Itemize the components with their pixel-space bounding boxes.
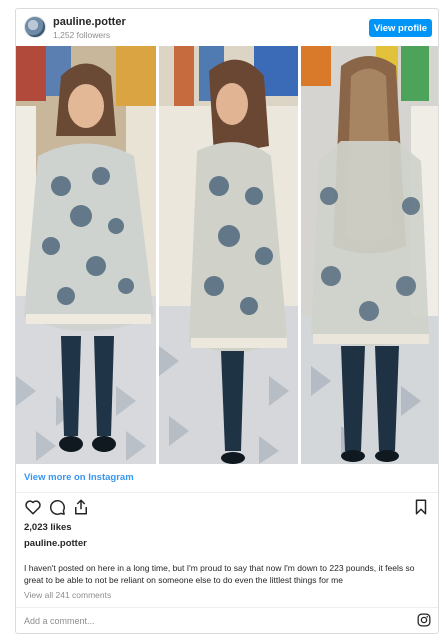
heart-icon[interactable]: [24, 498, 42, 516]
bookmark-icon[interactable]: [412, 498, 430, 516]
view-more-link[interactable]: View more on Instagram: [24, 472, 134, 483]
caption-username[interactable]: pauline.potter: [24, 538, 87, 549]
post-caption: I haven't posted on here in a long time,…: [24, 563, 415, 585]
divider: [16, 607, 438, 608]
comment-icon[interactable]: [48, 498, 66, 516]
post-header: pauline.potter 1,252 followers View prof…: [16, 9, 438, 46]
instagram-logo-icon[interactable]: [417, 613, 431, 627]
add-comment-input[interactable]: Add a comment...: [24, 616, 95, 626]
back-view-photo: [301, 46, 438, 464]
instagram-embed-card: pauline.potter 1,252 followers View prof…: [15, 8, 439, 634]
username[interactable]: pauline.potter: [53, 16, 126, 28]
post-image[interactable]: [16, 46, 438, 464]
avatar[interactable]: [24, 16, 46, 38]
share-icon[interactable]: [72, 498, 90, 516]
side-view-photo: [159, 46, 298, 464]
front-view-photo: [16, 46, 156, 464]
divider: [16, 492, 438, 493]
view-profile-button[interactable]: View profile: [369, 19, 432, 37]
like-count[interactable]: 2,023 likes: [24, 522, 72, 533]
view-comments-link[interactable]: View all 241 comments: [24, 590, 111, 600]
follower-count: 1,252 followers: [53, 30, 111, 40]
